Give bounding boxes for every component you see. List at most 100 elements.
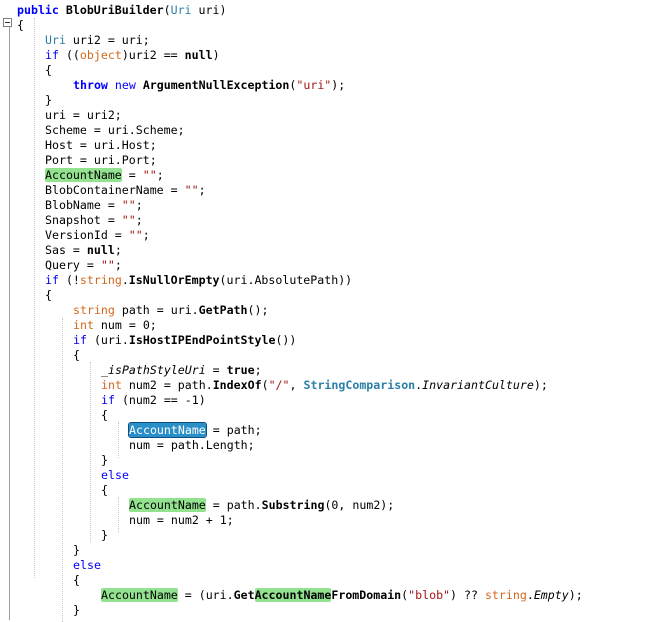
code-line[interactable]: { — [45, 63, 52, 78]
code-token: , — [289, 378, 304, 392]
code-token: "" — [100, 258, 115, 272]
code-token: ); — [331, 78, 346, 92]
code-line[interactable]: Snapshot = ""; — [45, 213, 143, 228]
code-token: (0, num2); — [324, 498, 395, 512]
code-line[interactable]: int num = 0; — [73, 318, 157, 333]
code-token: object — [79, 48, 122, 62]
code-line[interactable]: AccountName = (uri.GetAccountNameFromDom… — [101, 588, 583, 603]
code-token: else — [73, 558, 101, 572]
code-line[interactable]: Sas = null; — [45, 243, 122, 258]
code-line[interactable]: else — [73, 558, 101, 573]
code-line[interactable]: { — [17, 18, 24, 33]
code-token: Substring — [261, 498, 325, 512]
code-token: ; — [114, 243, 122, 257]
code-line[interactable]: if (!string.IsNullOrEmpty(uri.AbsolutePa… — [45, 273, 352, 288]
code-line[interactable]: { — [101, 408, 108, 423]
code-token: num = num2 + 1; — [129, 513, 234, 527]
code-token: string — [484, 588, 527, 602]
code-token: Empty — [533, 588, 569, 602]
code-line[interactable]: BlobContainerName = ""; — [45, 183, 206, 198]
code-token: (! — [58, 273, 80, 287]
code-line[interactable]: else — [101, 468, 129, 483]
code-line[interactable]: _isPathStyleUri = true; — [101, 363, 262, 378]
code-token: { — [73, 573, 80, 587]
code-line[interactable]: Query = ""; — [45, 258, 122, 273]
code-token: } — [73, 543, 80, 557]
code-line[interactable]: BlobName = ""; — [45, 198, 143, 213]
code-token: true — [226, 363, 255, 377]
code-token: = path; — [205, 423, 262, 437]
code-line[interactable]: { — [45, 288, 52, 303]
code-token: ; — [142, 228, 150, 242]
code-token: uri) — [191, 3, 227, 17]
code-token: InvariantCulture — [422, 378, 534, 392]
code-editor[interactable]: public BlobUriBuilder(Uri uri){Uri uri2 … — [0, 0, 666, 622]
code-line[interactable]: uri = uri2; — [45, 108, 122, 123]
code-line[interactable]: } — [101, 528, 108, 543]
code-token: Uri — [45, 33, 66, 47]
code-token: num2 = path. — [121, 378, 213, 392]
code-token: AccountName — [129, 498, 206, 512]
code-token: Uri — [170, 3, 192, 17]
code-line[interactable]: AccountName = ""; — [45, 168, 164, 183]
code-line[interactable]: } — [45, 93, 52, 108]
indent-guide — [118, 422, 119, 458]
code-token: )uri2 == — [121, 48, 185, 62]
code-line[interactable]: { — [101, 483, 108, 498]
code-token: ()) — [275, 333, 297, 347]
code-token: int — [73, 318, 94, 332]
code-token: "" — [142, 168, 157, 182]
code-token: public — [17, 3, 66, 17]
code-token: Get — [233, 588, 255, 602]
code-line[interactable]: } — [73, 603, 80, 618]
code-token: AccountName — [254, 588, 332, 602]
code-token: ( — [261, 378, 269, 392]
code-line[interactable]: string path = uri.GetPath(); — [73, 303, 268, 318]
code-token: num = path.Length; — [129, 438, 255, 452]
code-token: ) — [212, 48, 220, 62]
code-line[interactable]: Uri uri2 = uri; — [45, 33, 150, 48]
code-token: GetPath — [198, 303, 248, 317]
code-line[interactable]: throw new ArgumentNullException("uri"); — [73, 78, 345, 93]
collapse-icon[interactable] — [3, 18, 12, 27]
code-line[interactable]: AccountName = path; — [128, 422, 262, 438]
code-token: Query = — [45, 258, 101, 272]
code-token: = — [205, 363, 227, 377]
code-line[interactable]: if ((object)uri2 == null) — [45, 48, 220, 63]
code-line[interactable]: AccountName = path.Substring(0, num2); — [129, 498, 394, 513]
code-line[interactable]: int num2 = path.IndexOf("/", StringCompa… — [101, 378, 548, 393]
code-token: Scheme = uri.Scheme; — [45, 123, 185, 137]
code-line[interactable]: num = path.Length; — [129, 438, 255, 453]
code-token: = path. — [205, 498, 262, 512]
code-token: { — [73, 348, 80, 362]
code-token: uri2 = uri; — [65, 33, 150, 47]
code-line[interactable]: } — [73, 543, 80, 558]
code-token: { — [101, 408, 108, 422]
code-token: string — [73, 303, 115, 317]
indent-guide — [62, 318, 63, 622]
code-token: "/" — [268, 378, 290, 392]
code-line[interactable]: Port = uri.Port; — [45, 153, 157, 168]
code-token: path = uri. — [114, 303, 199, 317]
code-token: { — [45, 63, 52, 77]
code-line[interactable]: if (num2 == -1) — [101, 393, 206, 408]
code-line[interactable]: if (uri.IsHostIPEndPointStyle()) — [73, 333, 296, 348]
code-token: AccountName — [101, 588, 178, 602]
code-token: { — [45, 288, 52, 302]
code-token: new — [114, 78, 143, 92]
code-line[interactable]: } — [101, 453, 108, 468]
code-line[interactable]: public BlobUriBuilder(Uri uri) — [17, 3, 226, 18]
code-token: Sas = — [45, 243, 87, 257]
code-token: "" — [121, 213, 136, 227]
code-token: _isPathStyleUri — [101, 363, 206, 377]
code-line[interactable]: { — [73, 348, 80, 363]
code-line[interactable]: Host = uri.Host; — [45, 138, 157, 153]
code-token: Snapshot = — [45, 213, 122, 227]
code-token: { — [17, 18, 24, 32]
code-token: (( — [58, 48, 80, 62]
code-line[interactable]: VersionId = ""; — [45, 228, 150, 243]
code-token: } — [101, 453, 108, 467]
code-line[interactable]: { — [73, 573, 80, 588]
code-line[interactable]: num = num2 + 1; — [129, 513, 234, 528]
code-line[interactable]: Scheme = uri.Scheme; — [45, 123, 185, 138]
